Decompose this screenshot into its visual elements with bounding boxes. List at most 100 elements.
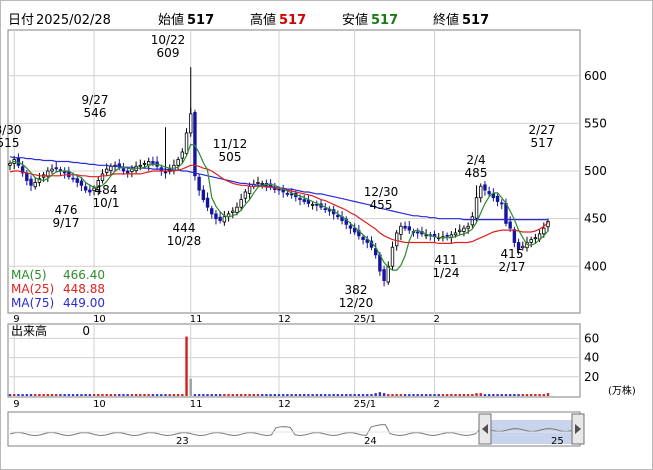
candle-body xyxy=(390,246,395,267)
candle-body xyxy=(462,227,466,232)
volume-bar xyxy=(13,394,16,396)
annotation-date: 2/27 xyxy=(529,123,556,137)
legend-ma25-label: MA(25) xyxy=(11,282,54,296)
candle-body xyxy=(533,237,538,240)
annotation-date: 12/30 xyxy=(364,185,399,199)
candle-body xyxy=(458,229,462,232)
candle-body xyxy=(386,265,390,283)
high-value: 517 xyxy=(279,13,306,28)
close-label: 終値 xyxy=(433,12,459,28)
volume-y-tick-label: 60 xyxy=(584,331,599,345)
volume-bar xyxy=(176,394,180,396)
volume-bar xyxy=(324,394,327,396)
navigator-right-handle[interactable] xyxy=(571,413,585,445)
volume-bar xyxy=(458,394,461,396)
volume-bar xyxy=(197,394,201,396)
volume-bar xyxy=(67,394,71,396)
volume-bar xyxy=(303,394,306,396)
volume-bar xyxy=(118,394,121,396)
volume-bar xyxy=(538,394,541,396)
candle-body xyxy=(348,225,353,229)
candle-body xyxy=(243,191,248,199)
volume-bar xyxy=(105,394,108,396)
candle-body xyxy=(382,269,386,281)
candle-body xyxy=(298,197,302,201)
volume-bar xyxy=(529,394,533,396)
candle-body xyxy=(214,213,218,220)
volume-bar xyxy=(277,394,281,396)
annotation-price: 485 xyxy=(465,166,488,180)
volume-bar xyxy=(260,394,264,396)
volume-bar xyxy=(336,394,340,396)
volume-bar xyxy=(210,394,213,396)
volume-bar xyxy=(441,394,445,396)
candle-body xyxy=(323,208,327,211)
navigator-year-label: 24 xyxy=(364,436,377,447)
volume-bar xyxy=(475,393,478,396)
volume-bar xyxy=(366,394,369,396)
annotation-price: 455 xyxy=(370,198,393,212)
candle-body xyxy=(336,214,340,218)
volume-bar xyxy=(546,393,550,396)
candle-body xyxy=(403,225,407,229)
volume-bar xyxy=(206,394,209,396)
candle-body xyxy=(285,193,290,195)
volume-bar xyxy=(17,394,20,396)
volume-bar xyxy=(382,393,386,396)
volume-bar xyxy=(155,394,159,396)
candle-body xyxy=(315,203,319,206)
annotation-price: 444 xyxy=(173,221,196,235)
volume-bar xyxy=(282,394,285,396)
candle-body xyxy=(235,206,239,213)
volume-unit: (万株) xyxy=(608,384,636,397)
open-label: 始値 xyxy=(158,12,184,28)
candle-body xyxy=(231,210,235,213)
annotation-price: 382 xyxy=(345,283,368,297)
candle-body xyxy=(483,184,487,191)
candle-body xyxy=(361,236,365,241)
candle-body xyxy=(125,170,130,174)
candle-body xyxy=(88,189,92,193)
candle-body xyxy=(218,216,222,221)
candle-body xyxy=(222,216,227,223)
candle-body xyxy=(310,203,315,206)
volume-bar xyxy=(294,394,298,396)
candle-body xyxy=(479,185,483,199)
volume-bar xyxy=(424,394,428,396)
volume-bar xyxy=(454,394,457,396)
volume-bar xyxy=(361,394,365,396)
candle-body xyxy=(453,232,458,236)
volume-bar xyxy=(181,394,184,396)
volume-bar xyxy=(223,394,226,396)
annotation-date: 11/12 xyxy=(213,137,248,151)
candle-body xyxy=(100,173,105,181)
navigator-left-handle[interactable] xyxy=(478,413,492,445)
candle-body xyxy=(180,151,185,159)
volume-bar xyxy=(353,394,356,396)
volume-bar xyxy=(408,394,411,396)
volume-bar xyxy=(420,394,424,396)
price-x-tick-label: 12 xyxy=(278,314,291,325)
price-x-tick-label: 11 xyxy=(190,314,203,325)
price-y-tick-label: 400 xyxy=(584,259,607,273)
volume-bar xyxy=(479,393,482,396)
price-x-tick-label: 10 xyxy=(93,314,106,325)
volume-x-tick-label: 2 xyxy=(434,399,440,410)
volume-bar xyxy=(332,394,335,396)
annotation-price: 476 xyxy=(55,203,78,217)
candle-body xyxy=(109,165,113,171)
annotation-date: 9/17 xyxy=(53,216,80,230)
volume-bar xyxy=(214,394,218,396)
volume-bar xyxy=(391,394,394,396)
candle-body xyxy=(83,186,88,191)
volume-bar xyxy=(345,394,348,396)
volume-y-tick-label: 40 xyxy=(584,351,599,365)
range-navigator[interactable]: 23 24 25 xyxy=(7,411,585,447)
volume-bar xyxy=(508,394,512,396)
volume-x-tick-label: 10 xyxy=(93,399,106,410)
candle-body xyxy=(487,191,491,195)
volume-bar xyxy=(168,394,171,396)
legend-ma75-label: MA(75) xyxy=(11,296,54,310)
annotation-date: 10/22 xyxy=(151,33,186,47)
candle-body xyxy=(470,216,475,226)
